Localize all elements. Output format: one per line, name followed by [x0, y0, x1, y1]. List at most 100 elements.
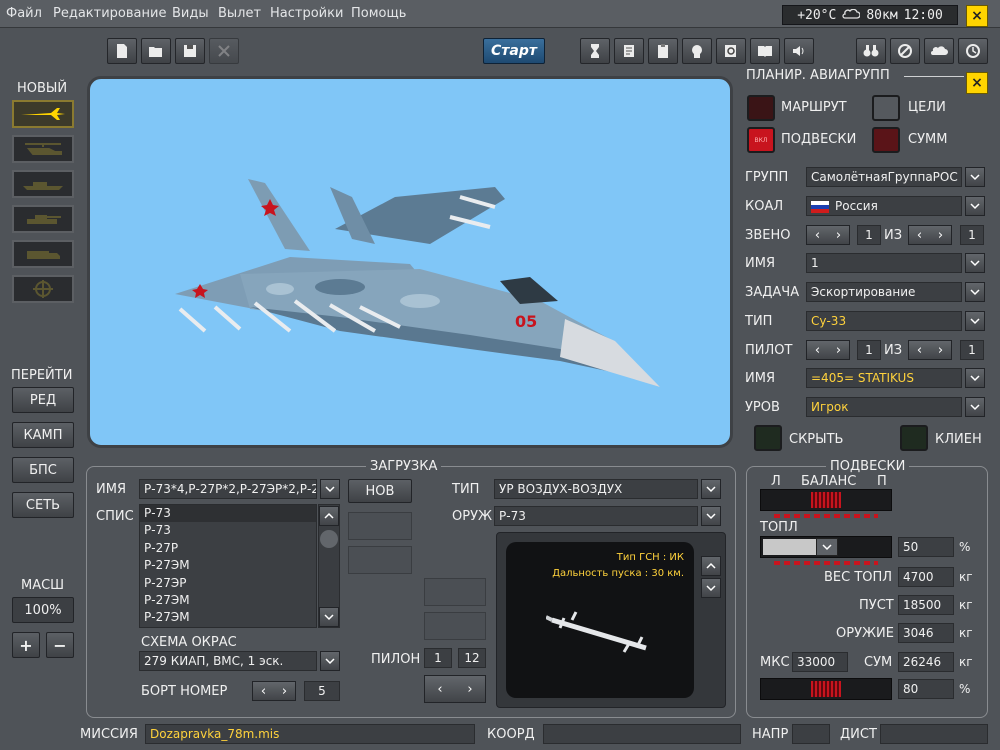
chevron-left-icon[interactable]: ‹ — [815, 228, 820, 243]
list-item[interactable]: Р-73 — [140, 522, 316, 539]
save-icon[interactable] — [175, 38, 205, 64]
binoculars-icon[interactable] — [856, 38, 886, 64]
weapon-list[interactable]: Р-73 Р-73 Р-27Р Р-27ЭМ Р-27ЭР Р-27ЭМ Р-2… — [139, 504, 317, 628]
clipboard-icon[interactable] — [648, 38, 678, 64]
summ-toggle[interactable] — [872, 127, 900, 153]
close-window-button[interactable]: × — [966, 5, 988, 27]
level-dropdown-icon[interactable] — [965, 397, 985, 417]
pilot-head-icon[interactable] — [682, 38, 712, 64]
coalition-dropdown-icon[interactable] — [965, 196, 985, 216]
chevron-left-icon[interactable]: ‹ — [917, 228, 922, 243]
flight-stepper[interactable]: ‹ › — [806, 225, 850, 245]
hourglass-icon[interactable] — [580, 38, 610, 64]
new-aircraft-button[interactable] — [12, 100, 74, 128]
pilot-total-stepper[interactable]: ‹ › — [908, 340, 952, 360]
zoom-out-button[interactable]: − — [46, 632, 74, 658]
goto-bps-button[interactable]: БПС — [12, 457, 74, 483]
goto-editor-button[interactable]: РЕД — [12, 387, 74, 413]
chevron-right-icon[interactable]: › — [836, 228, 841, 243]
weapon-type-field[interactable]: УР ВОЗДУХ-ВОЗДУХ — [494, 479, 698, 499]
chevron-left-icon[interactable]: ‹ — [815, 343, 820, 358]
clock-icon[interactable] — [958, 38, 988, 64]
search-document-icon[interactable] — [716, 38, 746, 64]
route-toggle[interactable] — [747, 95, 775, 121]
group-dropdown-icon[interactable] — [965, 167, 985, 187]
chevron-right-icon[interactable]: › — [282, 684, 287, 699]
hide-toggle[interactable] — [754, 425, 782, 451]
fuel-slider[interactable] — [760, 536, 892, 558]
task-dropdown-icon[interactable] — [965, 282, 985, 302]
board-number-stepper[interactable]: ‹ › — [252, 681, 296, 701]
new-ground-unit-button[interactable] — [12, 240, 74, 268]
weather-icon[interactable] — [924, 38, 954, 64]
paint-scheme-dropdown-icon[interactable] — [320, 651, 340, 671]
menu-file[interactable]: Файл — [6, 6, 42, 21]
goto-campaign-button[interactable]: КАМП — [12, 422, 74, 448]
weapon-type-dropdown-icon[interactable] — [701, 479, 721, 499]
chevron-left-icon[interactable]: ‹ — [437, 682, 442, 697]
new-file-icon[interactable] — [107, 38, 137, 64]
menu-views[interactable]: Виды — [172, 6, 209, 21]
list-item[interactable]: Р-27Р — [140, 540, 316, 557]
list-item[interactable]: Р-27ЭМ — [140, 592, 316, 609]
open-folder-icon[interactable] — [141, 38, 171, 64]
menu-edit[interactable]: Редактирование — [53, 6, 166, 21]
book-icon[interactable] — [750, 38, 780, 64]
list-item[interactable]: Р-27ЭР — [140, 575, 316, 592]
preview-scroll-down-icon[interactable] — [701, 578, 721, 598]
coalition-field[interactable]: Россия — [806, 196, 962, 216]
chevron-right-icon[interactable]: › — [938, 228, 943, 243]
menu-help[interactable]: Помощь — [351, 6, 406, 21]
pilot-name-field[interactable]: =405= STATIKUS — [806, 368, 962, 388]
no-entry-icon[interactable] — [890, 38, 920, 64]
list-item[interactable]: Р-73 — [140, 505, 316, 523]
type-dropdown-icon[interactable] — [965, 311, 985, 331]
chevron-right-icon[interactable]: › — [938, 343, 943, 358]
new-tank-button[interactable] — [12, 205, 74, 233]
group-field[interactable]: СамолётнаяГруппаРОС — [806, 167, 962, 187]
chevron-left-icon[interactable]: ‹ — [261, 684, 266, 699]
goto-network-button[interactable]: СЕТЬ — [12, 492, 74, 518]
fuel-slider-handle[interactable] — [816, 538, 838, 556]
pilot-name-dropdown-icon[interactable] — [965, 368, 985, 388]
zoom-in-button[interactable]: + — [12, 632, 40, 658]
chevron-right-icon[interactable]: › — [836, 343, 841, 358]
flight-total-stepper[interactable]: ‹ › — [908, 225, 952, 245]
new-ship-button[interactable] — [12, 170, 74, 198]
paint-scheme-field[interactable]: 279 КИАП, ВМС, 1 эск. — [139, 651, 317, 671]
loadout-name-field[interactable]: Р-73*4,Р-27Р*2,Р-27ЭР*2,Р-27ЭМ — [139, 479, 317, 499]
briefing-icon[interactable] — [614, 38, 644, 64]
delete-icon[interactable] — [209, 38, 239, 64]
start-button[interactable]: Старт — [483, 38, 545, 64]
targets-toggle[interactable] — [872, 95, 900, 121]
fuel-percent[interactable]: 50 — [898, 537, 954, 557]
chevron-left-icon[interactable]: ‹ — [917, 343, 922, 358]
scroll-down-icon[interactable] — [319, 607, 339, 627]
new-loadout-button[interactable]: НОВ — [348, 479, 412, 503]
menu-flight[interactable]: Вылет — [218, 6, 261, 21]
scroll-thumb[interactable] — [320, 530, 338, 548]
preview-scroll-up-icon[interactable] — [701, 556, 721, 576]
name-field[interactable]: 1 — [806, 253, 962, 273]
chevron-right-icon[interactable]: › — [467, 682, 472, 697]
pilot-stepper[interactable]: ‹ › — [806, 340, 850, 360]
new-target-button[interactable] — [12, 275, 74, 303]
list-item[interactable]: Р-27ЭМ — [140, 557, 316, 574]
payloads-toggle[interactable]: ВКЛ — [747, 127, 775, 153]
pylon-stepper[interactable]: ‹ › — [424, 675, 486, 703]
type-field[interactable]: Су-33 — [806, 311, 962, 331]
client-toggle[interactable] — [900, 425, 928, 451]
sound-icon[interactable] — [784, 38, 814, 64]
aircraft-3d-viewport[interactable]: 05 — [87, 76, 733, 448]
weapon-dropdown-icon[interactable] — [701, 506, 721, 526]
menu-settings[interactable]: Настройки — [270, 6, 343, 21]
task-field[interactable]: Эскортирование — [806, 282, 962, 302]
loadout-name-dropdown-icon[interactable] — [320, 479, 340, 499]
balance-slider[interactable] — [760, 489, 892, 511]
scroll-up-icon[interactable] — [319, 506, 339, 526]
close-group-panel-button[interactable]: × — [966, 72, 988, 94]
list-item[interactable]: Р-27ЭМ — [140, 609, 316, 626]
new-helicopter-button[interactable] — [12, 135, 74, 163]
weapon-field[interactable]: Р-73 — [494, 506, 698, 526]
level-field[interactable]: Игрок — [806, 397, 962, 417]
